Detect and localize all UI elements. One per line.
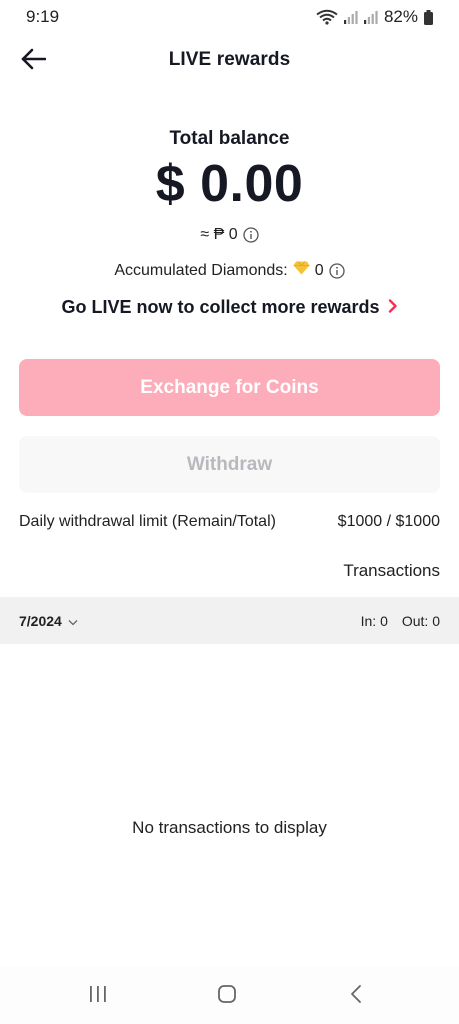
- system-nav-bar: [0, 966, 459, 1024]
- status-icons: 82%: [316, 7, 433, 27]
- accumulated-diamonds-row: Accumulated Diamonds: 0: [0, 261, 459, 280]
- withdrawal-limit-row: Daily withdrawal limit (Remain/Total) $1…: [19, 513, 440, 531]
- go-live-label: Go LIVE now to collect more rewards: [61, 297, 380, 317]
- go-live-link[interactable]: Go LIVE now to collect more rewards: [0, 297, 459, 318]
- page-header: LIVE rewards: [0, 38, 459, 82]
- wifi-icon: [316, 9, 338, 25]
- chevron-down-icon: [68, 613, 78, 629]
- back-button[interactable]: [14, 42, 52, 80]
- total-balance-label: Total balance: [169, 128, 290, 149]
- home-button[interactable]: [215, 984, 239, 1008]
- diamond-icon: [293, 261, 310, 280]
- status-time: 9:19: [26, 7, 60, 26]
- withdrawal-limit-value: $1000 / $1000: [337, 513, 440, 530]
- info-circle-icon[interactable]: [242, 227, 259, 243]
- in-out-summary: In: 0 Out: 0: [361, 613, 440, 629]
- month-label: 7/2024: [19, 612, 62, 629]
- recents-icon: [88, 985, 108, 1008]
- recents-button[interactable]: [86, 984, 110, 1008]
- info-circle-icon[interactable]: [329, 262, 345, 279]
- php-equivalent-row: ≈ ₱ 0: [0, 226, 459, 244]
- battery-percent: 82%: [383, 7, 418, 26]
- home-icon: [217, 984, 237, 1009]
- signal-icon: [343, 10, 358, 24]
- out-count: Out: 0: [401, 612, 440, 629]
- month-selector[interactable]: 7/2024: [19, 613, 78, 629]
- chevron-right-icon: [388, 297, 398, 318]
- php-equivalent: ≈ ₱ 0: [200, 226, 238, 243]
- arrow-left-icon: [20, 48, 47, 75]
- transactions-link[interactable]: Transactions: [343, 561, 440, 581]
- exchange-for-coins-button[interactable]: Exchange for Coins: [19, 359, 440, 416]
- back-icon: [349, 984, 363, 1009]
- empty-transactions-message: No transactions to display: [132, 818, 327, 837]
- page-title: LIVE rewards: [168, 49, 291, 70]
- month-summary-bar: 7/2024 In: 0 Out: 0: [0, 597, 459, 644]
- diamonds-label: Accumulated Diamonds:: [114, 261, 288, 279]
- nav-back-button[interactable]: [344, 984, 368, 1008]
- status-bar: 9:19 82%: [0, 0, 459, 34]
- battery-icon: [424, 9, 433, 25]
- in-count: In: 0: [360, 612, 388, 629]
- withdraw-button[interactable]: Withdraw: [19, 436, 440, 493]
- total-balance-amount: $ 0.00: [155, 155, 304, 213]
- withdrawal-limit-label: Daily withdrawal limit (Remain/Total): [19, 513, 276, 530]
- signal-icon-2: [363, 10, 378, 24]
- diamonds-value: 0: [314, 261, 324, 279]
